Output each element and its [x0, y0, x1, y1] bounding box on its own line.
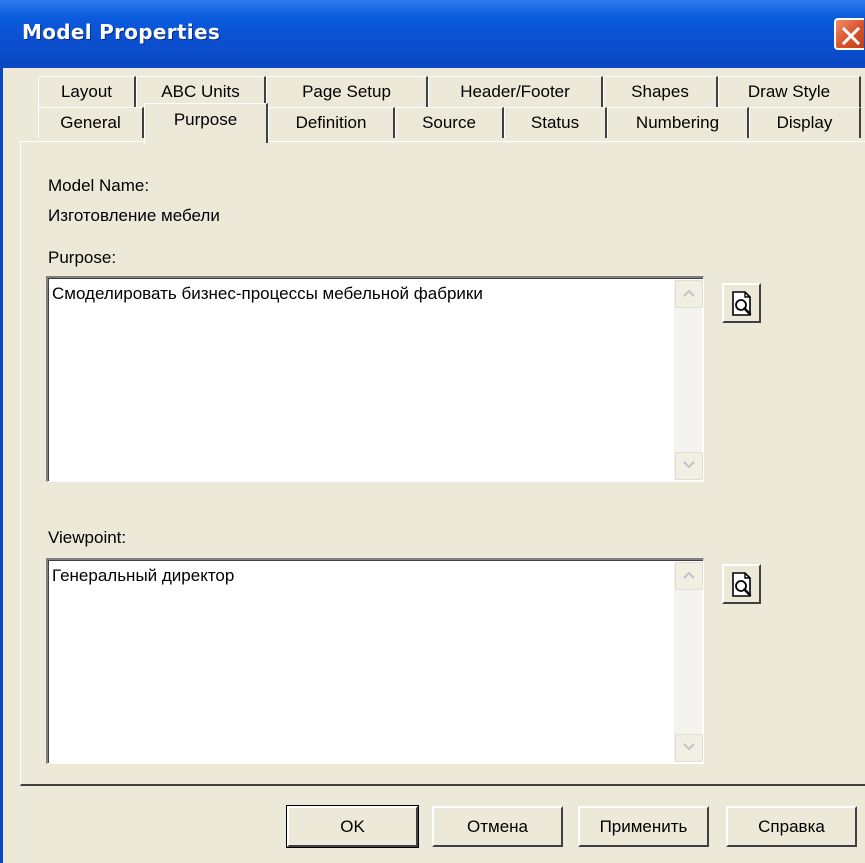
tab-header-footer[interactable]: Header/Footer [428, 76, 603, 107]
viewpoint-textarea[interactable]: Генеральный директор [46, 558, 704, 764]
scroll-up-button[interactable] [675, 562, 703, 590]
viewpoint-scrollbar[interactable] [674, 562, 703, 762]
chevron-down-icon [683, 461, 695, 469]
apply-button[interactable]: Применить [578, 806, 709, 847]
title-bar[interactable]: Model Properties [0, 0, 865, 68]
close-icon [841, 26, 861, 46]
tab-numbering[interactable]: Numbering [607, 107, 749, 138]
viewpoint-label: Viewpoint: [48, 528, 127, 547]
purpose-scrollbar[interactable] [674, 280, 703, 480]
tab-status[interactable]: Status [504, 107, 607, 138]
purpose-text: Смоделировать бизнес-процессы мебельной … [52, 284, 483, 303]
window-title: Model Properties [22, 20, 221, 44]
chevron-up-icon [683, 289, 695, 297]
viewpoint-text: Генеральный директор [52, 566, 235, 585]
tab-definition[interactable]: Definition [268, 107, 395, 138]
tab-general[interactable]: General [38, 107, 144, 138]
tab-layout[interactable]: Layout [38, 76, 136, 107]
chevron-down-icon [683, 743, 695, 751]
model-name-value: Изготовление мебели [48, 206, 220, 225]
chevron-up-icon [683, 571, 695, 579]
purpose-textarea[interactable]: Смоделировать бизнес-процессы мебельной … [46, 276, 704, 482]
viewpoint-preview-button[interactable] [722, 564, 761, 604]
scroll-up-button[interactable] [675, 280, 703, 308]
ok-button[interactable]: OK [286, 805, 419, 848]
tab-shapes[interactable]: Shapes [603, 76, 718, 107]
scroll-down-button[interactable] [675, 734, 703, 762]
tab-page-setup[interactable]: Page Setup [266, 76, 428, 107]
document-preview-icon [732, 572, 752, 597]
tab-source[interactable]: Source [395, 107, 504, 138]
purpose-label: Purpose: [48, 248, 117, 267]
model-name-label: Model Name: [48, 176, 150, 195]
scroll-down-button[interactable] [675, 452, 703, 480]
close-button[interactable] [834, 18, 864, 50]
tab-display[interactable]: Display [749, 107, 861, 138]
document-preview-icon [732, 291, 752, 316]
help-button[interactable]: Справка [726, 806, 857, 847]
tab-purpose[interactable]: Purpose [144, 103, 268, 143]
window-frame-left [0, 68, 3, 863]
purpose-preview-button[interactable] [722, 283, 761, 323]
cancel-button[interactable]: Отмена [432, 806, 563, 847]
tab-draw-style[interactable]: Draw Style [718, 76, 861, 107]
